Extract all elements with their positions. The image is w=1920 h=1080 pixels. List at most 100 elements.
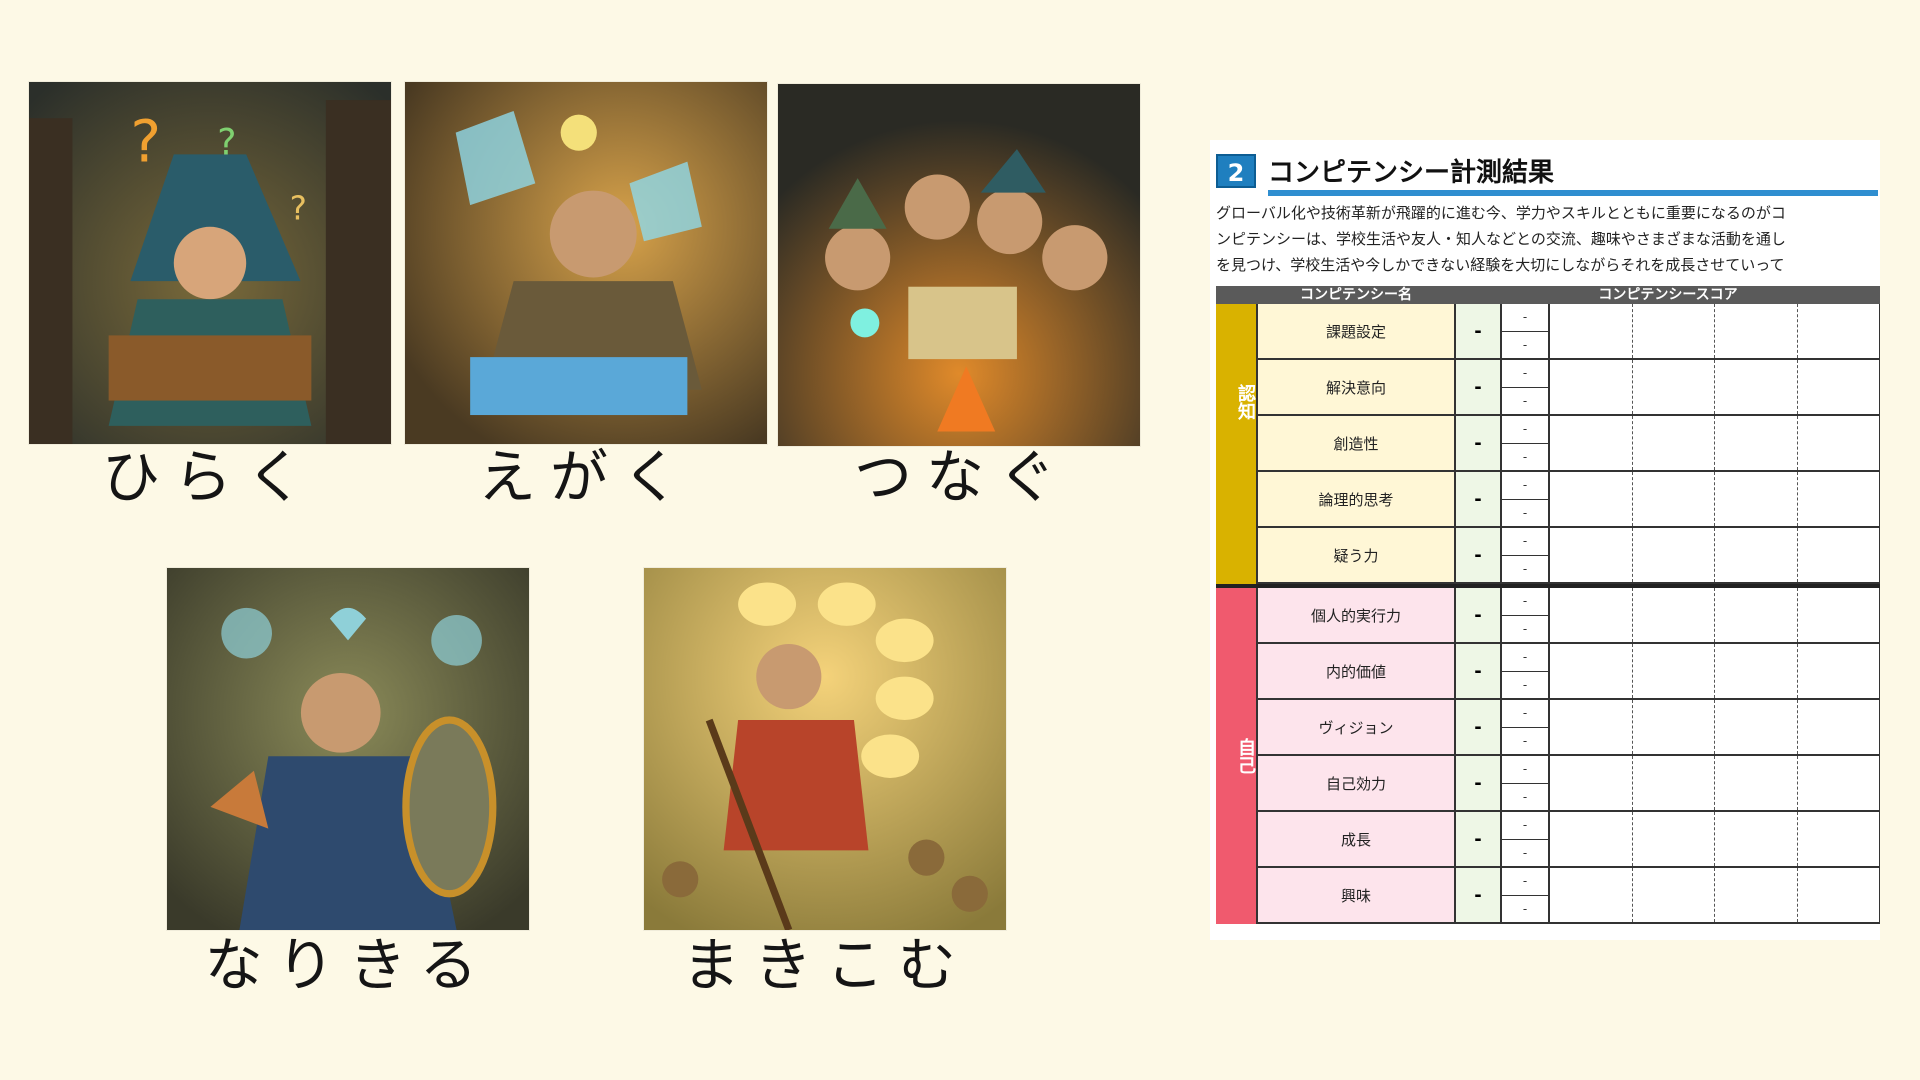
score-grid-column: [1633, 812, 1715, 866]
sub-score-cell: --: [1502, 416, 1550, 470]
sub-score-value: -: [1502, 700, 1548, 728]
group-rows: 課題設定 - - - 解決意向 - - - 創造性 - - - 論理的思考 - - - 疑う力 - - -: [1256, 304, 1880, 584]
competency-score-cell: -: [1456, 756, 1502, 810]
competency-name-cell: ヴィジョン: [1256, 700, 1456, 754]
score-grid-column: [1550, 528, 1633, 582]
competency-name-cell: 創造性: [1256, 416, 1456, 470]
table-row: 創造性 - - -: [1256, 416, 1880, 472]
sub-score-cell: --: [1502, 304, 1550, 358]
sub-score-cell: --: [1502, 812, 1550, 866]
score-bar-area: [1550, 756, 1880, 810]
table-row: 解決意向 - - -: [1256, 360, 1880, 416]
score-grid-column: [1550, 700, 1633, 754]
sub-score-value: -: [1502, 812, 1548, 840]
score-grid-column: [1633, 472, 1715, 526]
sub-score-value: -: [1522, 901, 1528, 916]
score-bar-area: [1550, 868, 1880, 922]
illustration-hiraku: ? ? ?: [29, 82, 391, 444]
score-grid-column: [1798, 528, 1880, 582]
competency-score-cell: -: [1456, 360, 1502, 414]
sub-score-value: -: [1522, 505, 1528, 520]
table-row: 内的価値 - - -: [1256, 644, 1880, 700]
score-grid-column: [1633, 756, 1715, 810]
competency-name-cell: 興味: [1256, 868, 1456, 922]
competency-score-cell: -: [1456, 416, 1502, 470]
table-row: 論理的思考 - - -: [1256, 472, 1880, 528]
score-grid-column: [1633, 360, 1715, 414]
table-row: 成長 - - -: [1256, 812, 1880, 868]
sub-score-cell: --: [1502, 700, 1550, 754]
table-row: ヴィジョン - - -: [1256, 700, 1880, 756]
header-competency-name: コンピテンシー名: [1300, 287, 1412, 303]
score-grid-column: [1550, 472, 1633, 526]
score-grid-column: [1633, 588, 1715, 642]
sub-score-value: -: [1522, 845, 1528, 860]
illustration-narikiru: [167, 568, 529, 930]
score-grid-column: [1715, 528, 1798, 582]
title-underline: [1268, 190, 1878, 196]
score-grid-column: [1550, 868, 1633, 922]
competency-score-cell: -: [1456, 644, 1502, 698]
table-row: 自己効力 - - -: [1256, 756, 1880, 812]
score-grid-column: [1633, 528, 1715, 582]
competency-score-cell: -: [1456, 472, 1502, 526]
sub-score-value: -: [1502, 756, 1548, 784]
score-grid-column: [1798, 360, 1880, 414]
competency-group: 自己 個人的実行力 - - - 内的価値 - - - ヴィジョン - - - 自己効力 - - - 成長 - - - 興味…: [1216, 588, 1880, 924]
section-number-badge: 2: [1216, 153, 1256, 188]
group-label: 自己: [1235, 738, 1256, 774]
sub-score-cell: --: [1502, 756, 1550, 810]
score-grid-column: [1798, 304, 1880, 358]
score-bar-area: [1550, 472, 1880, 526]
sub-score-value: -: [1522, 621, 1528, 636]
table-row: 興味 - - -: [1256, 868, 1880, 924]
table-body: 認知 課題設定 - - - 解決意向 - - - 創造性 - - - 論理的思考 - - - 疑う力 - - - 自己 個人…: [1216, 304, 1880, 924]
table-row: 疑う力 - - -: [1256, 528, 1880, 584]
competency-name-cell: 疑う力: [1256, 528, 1456, 582]
score-grid-column: [1798, 588, 1880, 642]
caption-tsunagu: つなぐ: [853, 443, 1070, 511]
svg-text:?: ?: [217, 120, 236, 163]
sub-score-cell: --: [1502, 472, 1550, 526]
score-grid-column: [1715, 644, 1798, 698]
competency-score-cell: -: [1456, 700, 1502, 754]
caption-hiraku: ひらく: [101, 443, 318, 511]
score-grid-column: [1715, 304, 1798, 358]
score-grid-column: [1798, 868, 1880, 922]
sub-score-value: -: [1522, 733, 1528, 748]
svg-text:?: ?: [130, 108, 161, 176]
score-bar-area: [1550, 588, 1880, 642]
score-grid-column: [1550, 644, 1633, 698]
score-bar-area: [1550, 360, 1880, 414]
score-bar-area: [1550, 812, 1880, 866]
score-grid-column: [1715, 812, 1798, 866]
score-grid-column: [1798, 472, 1880, 526]
score-bar-area: [1550, 644, 1880, 698]
intro-line: を見つけ、学校生活や今しかできない経験を大切にしながらそれを成長させていって: [1216, 256, 1785, 274]
sub-score-value: -: [1502, 528, 1548, 556]
score-bar-area: [1550, 416, 1880, 470]
slide-canvas: ? ? ? ひらく えがく つなぐ なりきる まきこむ 2 コンピテンシー計測結…: [0, 0, 1920, 1080]
score-bar-area: [1550, 304, 1880, 358]
score-grid-column: [1550, 588, 1633, 642]
score-grid-column: [1633, 304, 1715, 358]
sub-score-value: -: [1502, 644, 1548, 672]
sub-score-value: -: [1522, 393, 1528, 408]
score-grid-column: [1798, 812, 1880, 866]
competency-score-cell: -: [1456, 528, 1502, 582]
caption-narikiru: なりきる: [204, 931, 492, 999]
score-grid-column: [1715, 700, 1798, 754]
competency-name-cell: 個人的実行力: [1256, 588, 1456, 642]
score-grid-column: [1633, 868, 1715, 922]
sub-score-value: -: [1502, 360, 1548, 388]
sheet-header: 2 コンピテンシー計測結果: [1216, 152, 1554, 189]
competency-name-cell: 成長: [1256, 812, 1456, 866]
score-bar-area: [1550, 700, 1880, 754]
sub-score-cell: --: [1502, 868, 1550, 922]
sub-score-value: -: [1522, 449, 1528, 464]
intro-line: ンピテンシーは、学校生活や友人・知人などとの交流、趣味やさまざまな活動を通し: [1216, 230, 1786, 248]
score-grid-column: [1633, 644, 1715, 698]
sub-score-cell: --: [1502, 644, 1550, 698]
competency-score-cell: -: [1456, 812, 1502, 866]
score-grid-column: [1550, 304, 1633, 358]
